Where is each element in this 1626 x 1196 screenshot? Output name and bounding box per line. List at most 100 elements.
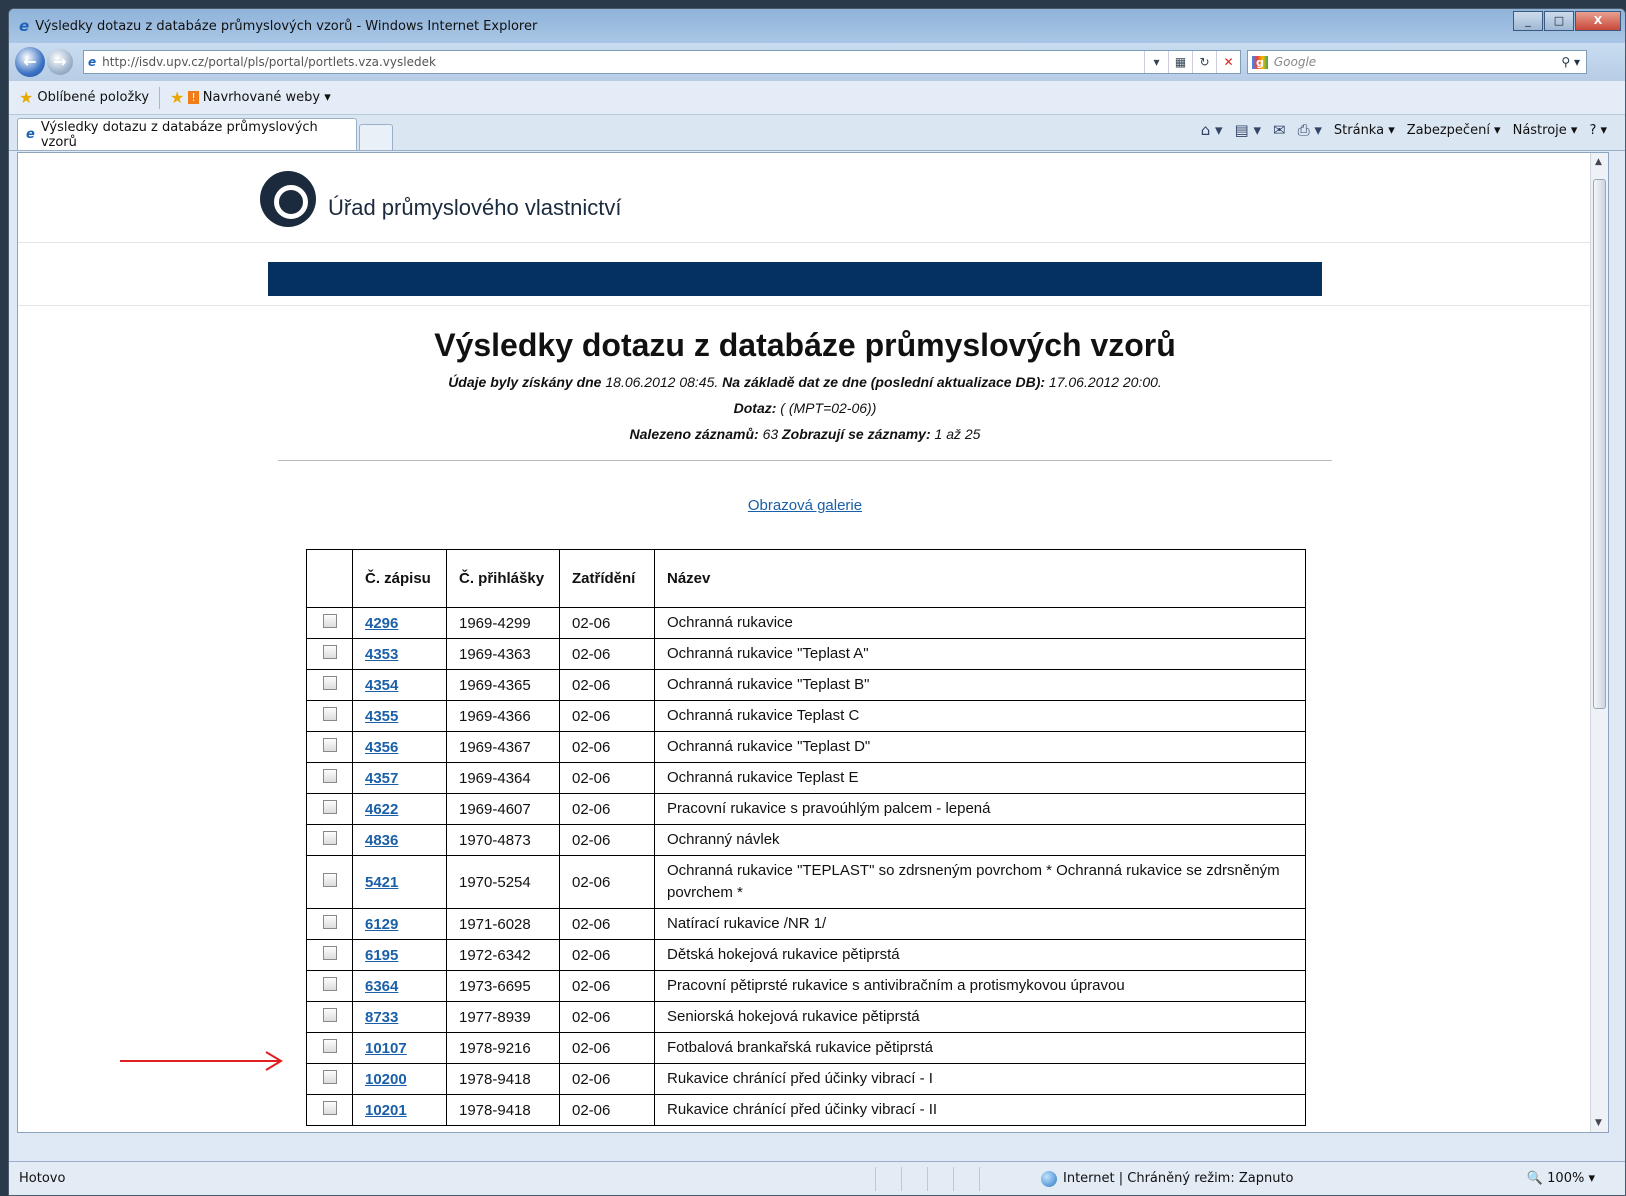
- row-checkbox[interactable]: [322, 707, 337, 721]
- feeds-icon[interactable]: ▤ ▾: [1235, 121, 1261, 139]
- divider: [18, 305, 1608, 306]
- reg-no-link[interactable]: 4356: [365, 739, 398, 756]
- reg-no-link[interactable]: 4836: [365, 832, 398, 849]
- reg-no-cell: 4296: [352, 607, 447, 639]
- row-checkbox[interactable]: [322, 831, 337, 845]
- row-checkbox[interactable]: [322, 1008, 337, 1022]
- close-button[interactable]: X: [1575, 11, 1621, 31]
- app-no-header: Č. přihlášky: [446, 549, 560, 608]
- reg-no-cell: 5421: [352, 855, 447, 909]
- page-menu[interactable]: Stránka ▾: [1334, 123, 1395, 138]
- reg-no-link[interactable]: 10201: [365, 1102, 407, 1119]
- class-cell: 02-06: [559, 908, 655, 940]
- add-favorite-icon[interactable]: ★: [170, 88, 184, 107]
- name-header: Název: [654, 549, 1306, 608]
- stop-icon[interactable]: ✕: [1216, 51, 1240, 73]
- suggested-sites-button[interactable]: Navrhované weby ▾: [203, 90, 331, 105]
- row-checkbox[interactable]: [322, 946, 337, 960]
- reg-no-link[interactable]: 4296: [365, 615, 398, 632]
- reg-no-cell: 10200: [352, 1063, 447, 1095]
- table-row: 4356 1969-4367 02-06 Ochranná rukavice "Tep…: [306, 731, 1306, 763]
- title-bar: e Výsledky dotazu z databáze průmyslovýc…: [9, 9, 1625, 43]
- security-zone[interactable]: Internet | Chráněný režim: Zapnuto: [1041, 1170, 1294, 1187]
- zoom-level[interactable]: 🔍 100% ▾: [1527, 1171, 1595, 1186]
- home-icon[interactable]: ⌂ ▾: [1201, 121, 1223, 139]
- scroll-up-icon[interactable]: ▲: [1595, 157, 1602, 167]
- reg-no-link[interactable]: 4357: [365, 770, 398, 787]
- row-checkbox[interactable]: [322, 676, 337, 690]
- reg-no-link[interactable]: 4353: [365, 646, 398, 663]
- query-value: ( (MPT=02-06)): [780, 400, 877, 416]
- window-title: Výsledky dotazu z databáze průmyslových …: [35, 18, 538, 34]
- scroll-down-icon[interactable]: ▼: [1595, 1118, 1602, 1128]
- page-viewport: Úřad průmyslového vlastnictví Výsledky d…: [17, 152, 1609, 1133]
- row-checkbox[interactable]: [322, 800, 337, 814]
- compatibility-icon[interactable]: ▦: [1168, 51, 1192, 73]
- reg-no-cell: 4622: [352, 793, 447, 825]
- url-text[interactable]: http://isdv.upv.cz/portal/pls/portal/por…: [102, 55, 436, 69]
- forward-arrow-icon[interactable]: →: [47, 49, 73, 75]
- row-checkbox-cell: [306, 700, 353, 732]
- found-value: 63: [762, 426, 779, 442]
- table-row: 6364 1973-6695 02-06 Pracovní pětiprsté ruk…: [306, 970, 1306, 1002]
- tools-menu[interactable]: Nástroje ▾: [1513, 123, 1578, 138]
- tab-active[interactable]: e Výsledky dotazu z databáze průmyslovýc…: [17, 118, 357, 150]
- app-no-cell: 1971-6028: [446, 908, 560, 940]
- reg-no-link[interactable]: 6129: [365, 916, 398, 933]
- scrollbar-thumb[interactable]: [1593, 179, 1606, 709]
- retrieved-label: Údaje byly získány dne: [448, 374, 602, 390]
- row-checkbox[interactable]: [322, 977, 337, 991]
- reg-no-cell: 10107: [352, 1032, 447, 1064]
- table-header-row: Č. zápisu Č. přihlášky Zatřídění Název: [306, 549, 1306, 608]
- reg-no-link[interactable]: 4355: [365, 708, 398, 725]
- minimize-button[interactable]: _: [1513, 11, 1543, 31]
- row-checkbox[interactable]: [322, 614, 337, 628]
- name-cell: Ochranný návlek: [654, 824, 1306, 856]
- row-checkbox[interactable]: [322, 769, 337, 783]
- reg-no-cell: 4356: [352, 731, 447, 763]
- new-tab-button[interactable]: [359, 124, 393, 150]
- search-icon[interactable]: ⚲ ▾: [1561, 55, 1580, 69]
- row-checkbox[interactable]: [322, 738, 337, 752]
- maximize-button[interactable]: □: [1544, 11, 1574, 31]
- site-logo[interactable]: Úřad průmyslového vlastnictví: [260, 171, 621, 227]
- reg-no-link[interactable]: 10200: [365, 1071, 407, 1088]
- print-icon[interactable]: ⎙ ▾: [1298, 121, 1322, 139]
- row-checkbox[interactable]: [322, 1070, 337, 1084]
- help-menu[interactable]: ? ▾: [1589, 123, 1607, 138]
- vertical-scrollbar[interactable]: ▲ ▼: [1590, 153, 1608, 1132]
- security-menu[interactable]: Zabezpečení ▾: [1407, 123, 1501, 138]
- image-gallery-link[interactable]: Obrazová galerie: [18, 497, 1592, 514]
- row-checkbox[interactable]: [322, 915, 337, 929]
- refresh-icon[interactable]: ↻: [1192, 51, 1216, 73]
- row-checkbox[interactable]: [322, 1101, 337, 1115]
- checkbox-header: [306, 549, 353, 608]
- favorites-button[interactable]: Oblíbené položky: [37, 90, 149, 105]
- reg-no-link[interactable]: 5421: [365, 874, 398, 891]
- reg-no-link[interactable]: 4354: [365, 677, 398, 694]
- reg-no-cell: 4357: [352, 762, 447, 794]
- search-input[interactable]: g Google ⚲ ▾: [1247, 50, 1587, 74]
- reg-no-link[interactable]: 6195: [365, 947, 398, 964]
- reg-no-link[interactable]: 4622: [365, 801, 398, 818]
- tab-bar: e Výsledky dotazu z databáze průmyslovýc…: [9, 115, 1625, 151]
- dropdown-arrow-icon[interactable]: ▾: [1144, 51, 1168, 73]
- reg-no-link[interactable]: 8733: [365, 1009, 398, 1026]
- row-checkbox[interactable]: [322, 1039, 337, 1053]
- row-checkbox-cell: [306, 1063, 353, 1095]
- table-row: 4354 1969-4365 02-06 Ochranná rukavice "Tep…: [306, 669, 1306, 701]
- row-checkbox[interactable]: [322, 645, 337, 659]
- row-checkbox[interactable]: [322, 873, 337, 887]
- mail-icon[interactable]: ✉: [1273, 121, 1286, 139]
- reg-no-link[interactable]: 10107: [365, 1040, 407, 1057]
- table-row: 4355 1969-4366 02-06 Ochranná rukavice Tepl…: [306, 700, 1306, 732]
- class-cell: 02-06: [559, 793, 655, 825]
- back-arrow-icon[interactable]: ←: [15, 47, 45, 77]
- row-checkbox-cell: [306, 762, 353, 794]
- class-cell: 02-06: [559, 762, 655, 794]
- address-bar[interactable]: e http://isdv.upv.cz/portal/pls/portal/p…: [83, 50, 1241, 74]
- name-cell: Ochranná rukavice: [654, 607, 1306, 639]
- row-checkbox-cell: [306, 669, 353, 701]
- reg-no-link[interactable]: 6364: [365, 978, 398, 995]
- query-info: Dotaz: ( (MPT=02-06)): [18, 400, 1592, 416]
